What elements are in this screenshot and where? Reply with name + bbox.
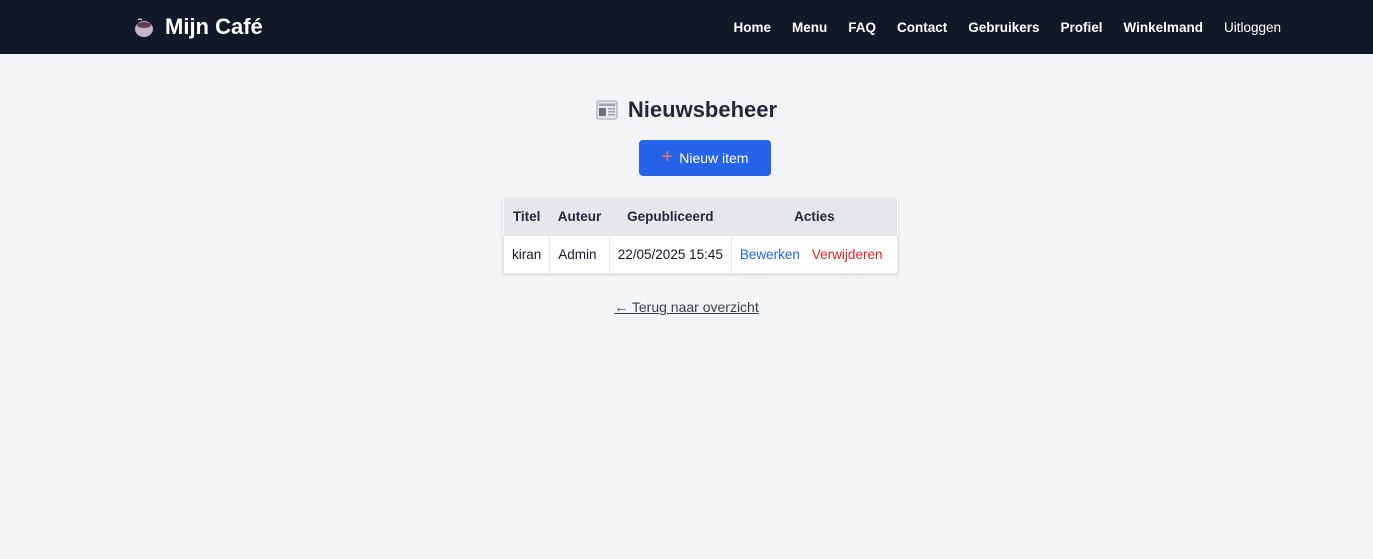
column-header-auteur: Auteur: [549, 198, 610, 236]
nav-link-contact[interactable]: Contact: [897, 20, 947, 35]
new-item-button[interactable]: + Nieuw item: [639, 140, 771, 176]
back-link-container: ← Terug naar overzicht: [0, 299, 1373, 315]
navbar: Mijn Café Home Menu FAQ Contact Gebruike…: [0, 0, 1373, 54]
nav-link-winkelmand[interactable]: Winkelmand: [1124, 20, 1203, 35]
page-title: Nieuwsbeheer: [0, 97, 1373, 123]
table-row: kiran Admin 22/05/2025 15:45 Bewerken Ver…: [502, 235, 898, 274]
plus-icon: +: [661, 146, 674, 168]
cell-gepubliceerd: 22/05/2025 15:45: [608, 235, 732, 274]
column-header-acties: Acties: [731, 198, 898, 236]
column-header-titel: Titel: [503, 198, 550, 236]
newspaper-icon: [596, 100, 618, 120]
brand-logo[interactable]: Mijn Café: [133, 0, 263, 54]
column-header-gepubliceerd: Gepubliceerd: [609, 198, 732, 236]
cell-auteur: Admin: [549, 235, 610, 274]
new-item-label: Nieuw item: [679, 150, 749, 166]
nav-link-profiel[interactable]: Profiel: [1061, 20, 1103, 35]
coffee-cup-icon: [135, 18, 153, 37]
delete-link[interactable]: Verwijderen: [812, 247, 883, 262]
nav-link-faq[interactable]: FAQ: [848, 20, 876, 35]
nav-link-menu[interactable]: Menu: [792, 20, 827, 35]
table-header-row: Titel Auteur Gepubliceerd Acties: [503, 198, 898, 236]
back-to-overview-link[interactable]: ← Terug naar overzicht: [614, 299, 758, 315]
nav-links: Home Menu FAQ Contact Gebruikers Profiel…: [733, 0, 1281, 54]
news-table: Titel Auteur Gepubliceerd Acties kiran A…: [502, 198, 898, 274]
nav-link-home[interactable]: Home: [733, 20, 771, 35]
cell-acties: Bewerken Verwijderen: [730, 235, 898, 274]
page-title-text: Nieuwsbeheer: [627, 97, 778, 122]
nav-link-uitloggen[interactable]: Uitloggen: [1224, 20, 1281, 35]
edit-link[interactable]: Bewerken: [740, 247, 800, 262]
brand-name: Mijn Café: [165, 14, 263, 39]
cell-titel: kiran: [502, 235, 551, 274]
nav-link-gebruikers[interactable]: Gebruikers: [968, 20, 1039, 35]
